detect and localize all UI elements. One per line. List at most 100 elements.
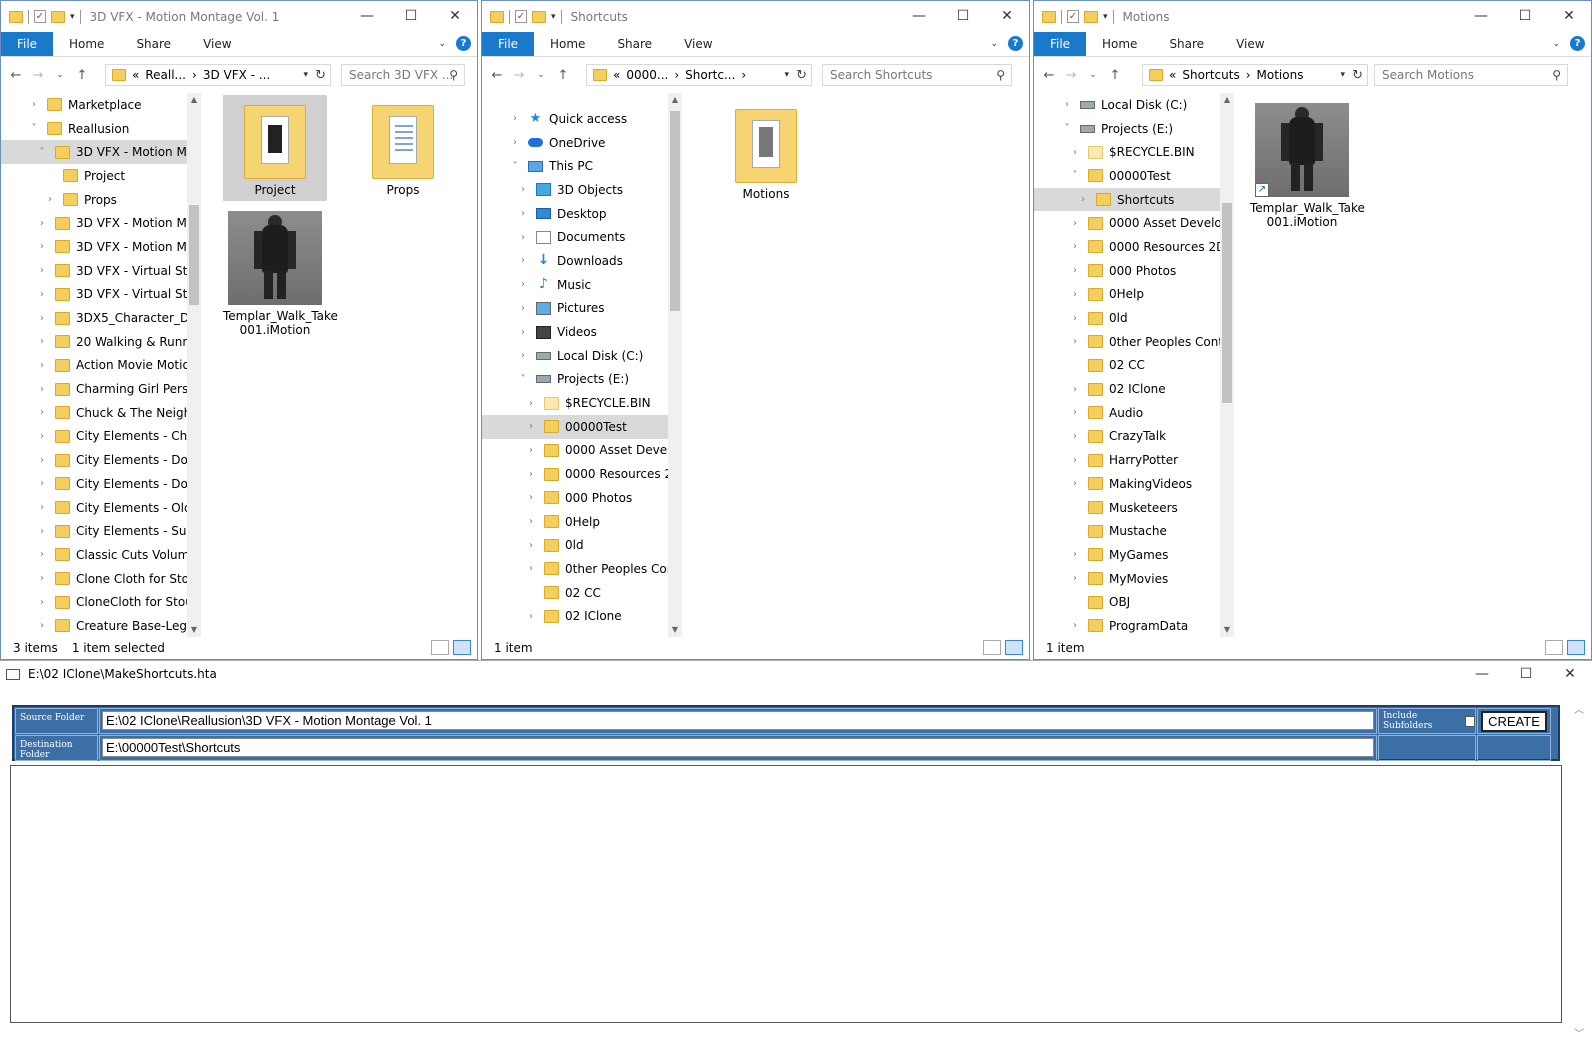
tree-item[interactable]: ˅ Projects (E:) — [482, 368, 668, 392]
chevron-right-icon[interactable]: › — [524, 492, 538, 503]
tree-item[interactable]: › Pictures — [482, 297, 668, 321]
tree-item[interactable]: › ↓ Downloads — [482, 249, 668, 273]
tree-item[interactable]: › 3D Objects — [482, 178, 668, 202]
tree-item[interactable]: › 20 Walking & Runnin — [1, 330, 187, 354]
chevron-right-icon[interactable]: › — [516, 184, 530, 195]
tree-item[interactable]: › 0000 Asset Developmer — [482, 439, 668, 463]
chevron-right-icon[interactable]: › — [1076, 194, 1090, 205]
tree-item[interactable]: › 02 IClone — [482, 604, 668, 628]
chevron-right-icon[interactable]: › — [516, 208, 530, 219]
tree-item[interactable]: 02 CC — [482, 581, 668, 605]
tree-item[interactable]: › City Elements - Old W — [1, 496, 187, 520]
tree-item[interactable]: › City Elements - Dowr — [1, 448, 187, 472]
tree-item[interactable]: › City Elements - Chin — [1, 425, 187, 449]
back-arrow-icon[interactable]: ← — [9, 68, 23, 83]
help-icon[interactable]: ? — [1008, 36, 1023, 51]
chevron-right-icon[interactable]: › — [35, 549, 49, 560]
tree-item[interactable]: › MyGames — [1034, 543, 1220, 567]
scroll-thumb[interactable] — [670, 111, 680, 311]
tree-item[interactable]: › City Elements - Subu — [1, 519, 187, 543]
title-bar[interactable]: ✓ ▾ 3D VFX - Motion Montage Vol. 1 — ☐ ✕ — [1, 1, 477, 32]
address-bar[interactable]: « Shortcuts › Motions ▾ ↻ — [1142, 64, 1368, 86]
details-view-icon[interactable] — [1545, 640, 1563, 655]
chevron-right-icon[interactable]: › — [1068, 265, 1082, 276]
tab-home[interactable]: Home — [53, 32, 120, 56]
tab-share[interactable]: Share — [1153, 32, 1220, 56]
chevron-right-icon[interactable]: › — [516, 232, 530, 243]
chevron-down-icon[interactable]: ˅ — [508, 161, 522, 172]
tree-item[interactable]: OBJ — [1034, 590, 1220, 614]
chevron-right-icon[interactable]: › — [1068, 218, 1082, 229]
chevron-right-icon[interactable]: › — [35, 241, 49, 252]
tree-item[interactable]: › MakingVideos — [1034, 472, 1220, 496]
tree-item[interactable]: Mustache — [1034, 519, 1220, 543]
tree-item[interactable]: › Desktop — [482, 202, 668, 226]
tree-item[interactable]: › 02 IClone — [1034, 377, 1220, 401]
recent-locations-icon[interactable]: ⌄ — [1086, 70, 1100, 80]
chevron-right-icon[interactable]: › — [35, 597, 49, 608]
source-folder-input[interactable] — [102, 711, 1374, 730]
chevron-right-icon[interactable]: › — [35, 502, 49, 513]
chevron-right-icon[interactable]: › — [1068, 478, 1082, 489]
close-icon[interactable]: ✕ — [985, 1, 1029, 31]
tree-item[interactable]: › 3D VFX - Virtual Stud — [1, 283, 187, 307]
tree-item[interactable]: › Props — [1, 188, 187, 212]
address-bar[interactable]: « Reall... › 3D VFX - ... ▾ ↻ — [105, 64, 331, 86]
large-icons-view-icon[interactable] — [453, 640, 471, 655]
scroll-thumb[interactable] — [189, 205, 199, 305]
tab-home[interactable]: Home — [1086, 32, 1153, 56]
close-icon[interactable]: ✕ — [433, 1, 477, 31]
chevron-right-icon[interactable]: › — [1068, 431, 1082, 442]
chevron-right-icon[interactable]: › — [35, 478, 49, 489]
chevron-right-icon[interactable]: › — [1068, 455, 1082, 466]
tab-view[interactable]: View — [1220, 32, 1280, 56]
tree-item[interactable]: › CrazyTalk — [1034, 425, 1220, 449]
tree-item[interactable]: › 3D VFX - Motion Mon — [1, 211, 187, 235]
large-icons-view-icon[interactable] — [1005, 640, 1023, 655]
chevron-right-icon[interactable]: › — [35, 289, 49, 300]
forward-arrow-icon[interactable]: → — [31, 68, 45, 83]
page-scrollbar[interactable]: ︿ ﹀ — [1574, 701, 1590, 1040]
search-input[interactable]: Search 3D VFX ... ⚲ — [341, 64, 465, 86]
details-view-icon[interactable] — [431, 640, 449, 655]
tree-item[interactable]: › Creature Base-Legen — [1, 614, 187, 637]
address-segment[interactable]: 0000... — [626, 68, 668, 82]
chevron-right-icon[interactable]: › — [1068, 241, 1082, 252]
tab-view[interactable]: View — [187, 32, 247, 56]
chevron-right-icon[interactable]: › — [1068, 147, 1082, 158]
tree-item[interactable]: › 0ld — [482, 533, 668, 557]
tree-item[interactable]: › Local Disk (C:) — [1034, 93, 1220, 117]
chevron-right-icon[interactable]: › — [35, 218, 49, 229]
tree-item[interactable]: › HarryPotter — [1034, 448, 1220, 472]
chevron-right-icon[interactable]: › — [35, 407, 49, 418]
chevron-down-icon[interactable]: ▾ — [551, 12, 556, 22]
tree-item[interactable]: › 00000Test — [482, 414, 668, 439]
address-segment[interactable]: Motions — [1257, 68, 1304, 82]
refresh-icon[interactable]: ↻ — [796, 68, 807, 83]
chevron-down-icon[interactable]: ˅ — [516, 374, 530, 385]
tab-file[interactable]: File — [1034, 32, 1086, 56]
scroll-up-icon[interactable]: ▲ — [187, 93, 201, 107]
chevron-right-icon[interactable]: › — [508, 113, 522, 124]
scroll-up-icon[interactable]: ▲ — [668, 93, 682, 107]
chevron-right-icon[interactable]: › — [524, 445, 538, 456]
tree-item[interactable]: Project — [1, 164, 187, 188]
tree-item[interactable]: ˅ 00000Test — [1034, 164, 1220, 188]
chevron-right-icon[interactable]: › — [524, 540, 538, 551]
maximize-icon[interactable]: ☐ — [941, 1, 985, 31]
address-separator[interactable]: › — [192, 68, 197, 82]
tree-item[interactable]: › City Elements - Dowr — [1, 472, 187, 496]
tree-item[interactable]: › Action Movie Motion — [1, 354, 187, 378]
new-folder-icon[interactable] — [532, 10, 546, 23]
chevron-down-icon[interactable]: ▾ — [1103, 12, 1108, 22]
tree-item[interactable]: › Videos — [482, 320, 668, 344]
chevron-right-icon[interactable]: › — [1068, 289, 1082, 300]
navigation-scrollbar[interactable]: ▲ ▼ — [1220, 93, 1234, 637]
refresh-icon[interactable]: ↻ — [315, 68, 326, 83]
chevron-right-icon[interactable]: › — [516, 255, 530, 266]
search-input[interactable]: Search Shortcuts ⚲ — [822, 64, 1012, 86]
properties-icon[interactable]: ✓ — [34, 10, 46, 23]
scroll-up-icon[interactable]: ▲ — [1220, 93, 1234, 107]
tree-item[interactable]: › CloneCloth for Stout — [1, 590, 187, 614]
chevron-right-icon[interactable]: › — [524, 469, 538, 480]
